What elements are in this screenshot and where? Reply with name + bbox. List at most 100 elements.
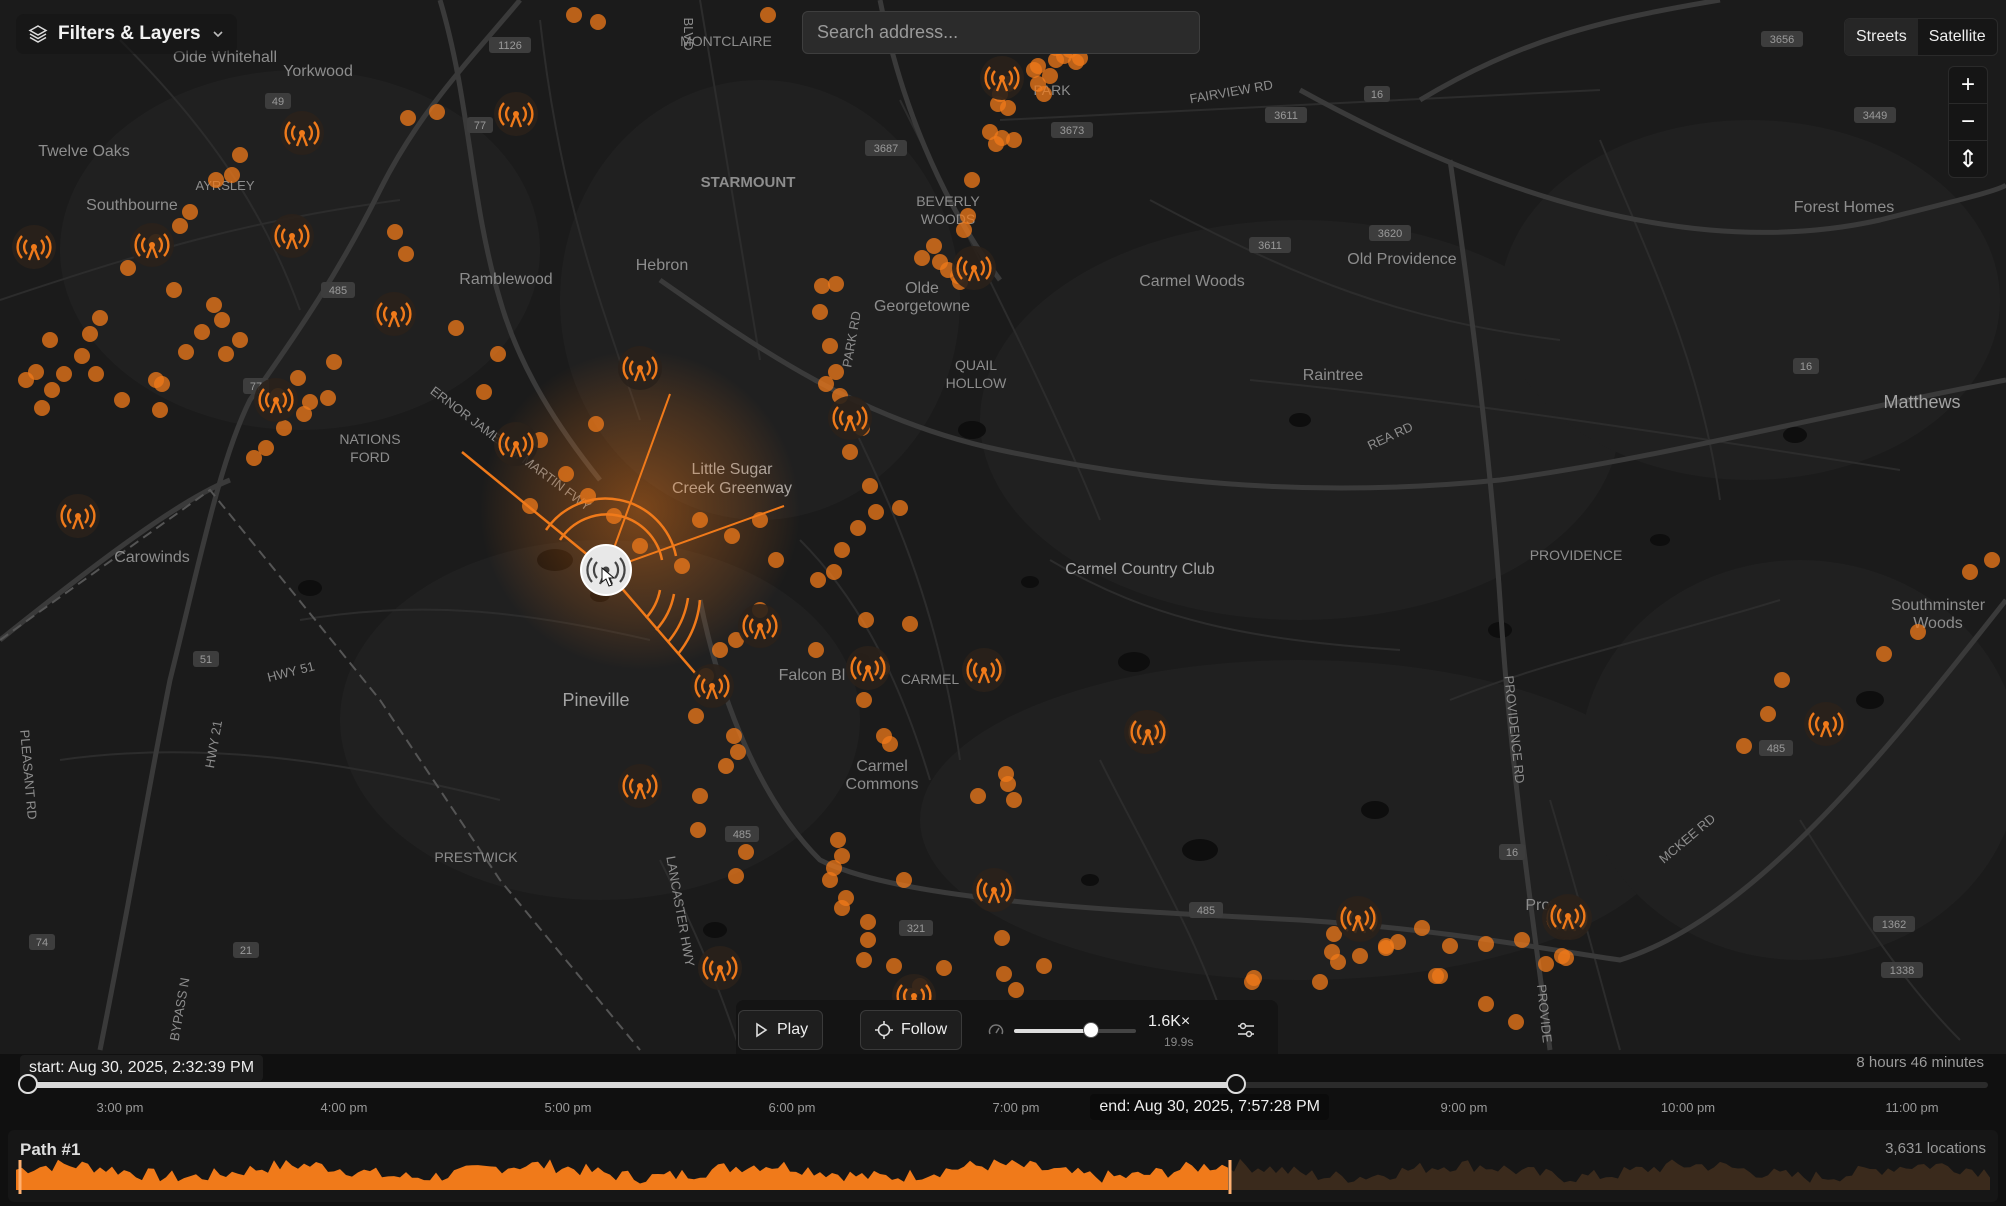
location-dot xyxy=(82,326,98,342)
path-histogram xyxy=(16,1158,1990,1194)
location-dot xyxy=(1442,938,1458,954)
location-dot xyxy=(1478,996,1494,1012)
timeline-tick: 5:00 pm xyxy=(544,1100,592,1115)
cell-tower-icon[interactable] xyxy=(972,868,1016,912)
location-dot xyxy=(448,320,464,336)
search-input[interactable] xyxy=(802,11,1200,54)
svg-text:485: 485 xyxy=(1197,905,1215,917)
timeline-tick: 3:00 pm xyxy=(96,1100,144,1115)
streets-style-button[interactable]: Streets xyxy=(1845,19,1918,55)
end-handle[interactable] xyxy=(1226,1074,1247,1094)
cell-tower-icon[interactable] xyxy=(270,214,314,258)
cell-tower-icon[interactable] xyxy=(1336,896,1380,940)
route-shield: 21 xyxy=(233,942,259,958)
cell-tower-icon[interactable] xyxy=(980,56,1024,100)
location-dot xyxy=(1736,738,1752,754)
cell-tower-icon[interactable] xyxy=(130,223,174,267)
settings-sliders-icon[interactable] xyxy=(1236,1020,1256,1040)
location-dot xyxy=(224,167,240,183)
map-label: Yorkwood xyxy=(283,63,353,80)
svg-text:3673: 3673 xyxy=(1060,125,1084,137)
cell-tower-icon[interactable] xyxy=(618,346,662,390)
timeline-track[interactable] xyxy=(18,1074,1988,1094)
path-panel[interactable]: Path #1 3,631 locations xyxy=(8,1130,1998,1202)
svg-text:485: 485 xyxy=(1767,743,1785,755)
route-shield: 1362 xyxy=(1873,916,1915,932)
location-dot xyxy=(1876,646,1892,662)
svg-text:3656: 3656 xyxy=(1770,34,1794,46)
path-title: Path #1 xyxy=(20,1140,81,1159)
location-dot xyxy=(276,420,292,436)
location-dot xyxy=(1984,552,2000,568)
zoom-in-button[interactable]: + xyxy=(1949,67,1987,104)
cell-tower-icon[interactable] xyxy=(494,422,538,466)
cell-tower-icon[interactable] xyxy=(698,946,742,990)
layers-icon xyxy=(28,25,48,43)
compass-button[interactable]: ⇕ xyxy=(1949,141,1987,177)
location-dot xyxy=(860,932,876,948)
location-dot xyxy=(214,312,230,328)
svg-text:485: 485 xyxy=(329,285,347,297)
filters-layers-button[interactable]: Filters & Layers xyxy=(16,14,237,54)
route-shield: 485 xyxy=(1759,740,1793,756)
cell-tower-icon[interactable] xyxy=(846,646,890,690)
location-dot xyxy=(826,564,842,580)
route-shield: 74 xyxy=(29,934,55,950)
location-dot xyxy=(232,332,248,348)
location-dot xyxy=(1312,974,1328,990)
follow-label: Follow xyxy=(901,1021,948,1038)
start-handle[interactable] xyxy=(18,1074,38,1094)
svg-text:3687: 3687 xyxy=(874,143,898,155)
cell-tower-icon[interactable] xyxy=(828,396,872,440)
route-shield: 321 xyxy=(899,920,933,936)
playback-controls: Play Follow 1.6K× 19.9s xyxy=(736,1000,1278,1060)
cell-tower-icon[interactable] xyxy=(952,246,996,290)
cell-tower-icon[interactable] xyxy=(280,111,324,155)
location-dot xyxy=(882,736,898,752)
location-dot xyxy=(1428,968,1444,984)
map-label: PROVIDENCE xyxy=(1530,547,1623,563)
cell-tower-icon[interactable] xyxy=(56,494,100,538)
map-label: CARMEL xyxy=(901,671,960,687)
location-dot xyxy=(1378,940,1394,956)
location-dot xyxy=(896,872,912,888)
location-dot xyxy=(892,500,908,516)
location-dot xyxy=(1508,1014,1524,1030)
route-shield: 3673 xyxy=(1051,122,1093,138)
location-dot xyxy=(290,370,306,386)
location-dot xyxy=(956,222,972,238)
histogram-selected-area xyxy=(16,1159,1228,1190)
speed-slider[interactable] xyxy=(1014,1022,1136,1038)
location-dot xyxy=(566,7,582,23)
speed-gauge-icon xyxy=(988,1024,1004,1035)
cell-tower-icon[interactable] xyxy=(1546,894,1590,938)
map-label: Matthews xyxy=(1883,392,1960,412)
selected-tower[interactable] xyxy=(580,544,632,596)
satellite-style-button[interactable]: Satellite xyxy=(1918,19,1997,55)
location-dot xyxy=(970,788,986,804)
cell-tower-icon[interactable] xyxy=(1126,710,1170,754)
cell-tower-icon[interactable] xyxy=(962,648,1006,692)
cell-tower-icon[interactable] xyxy=(690,664,734,708)
route-shield: 77 xyxy=(467,117,493,133)
location-dot xyxy=(1558,950,1574,966)
location-dot xyxy=(982,124,998,140)
cell-tower-icon[interactable] xyxy=(254,378,298,422)
timeline-tick: 9:00 pm xyxy=(1440,1100,1488,1115)
cell-tower-icon[interactable] xyxy=(12,225,56,269)
cell-tower-icon[interactable] xyxy=(738,604,782,648)
cell-tower-icon[interactable] xyxy=(1804,702,1848,746)
zoom-out-button[interactable]: − xyxy=(1949,104,1987,141)
cell-tower-icon[interactable] xyxy=(494,92,538,136)
location-dot xyxy=(182,204,198,220)
location-dot xyxy=(964,172,980,188)
cell-tower-icon[interactable] xyxy=(372,292,416,336)
follow-button[interactable]: Follow xyxy=(860,1010,963,1050)
speed-slider-knob[interactable] xyxy=(1082,1022,1099,1038)
location-dot xyxy=(1538,956,1554,972)
location-dot xyxy=(810,572,826,588)
play-button[interactable]: Play xyxy=(738,1010,824,1050)
location-dot xyxy=(1000,776,1016,792)
route-shield: 49 xyxy=(265,93,291,109)
cell-tower-icon[interactable] xyxy=(618,764,662,808)
